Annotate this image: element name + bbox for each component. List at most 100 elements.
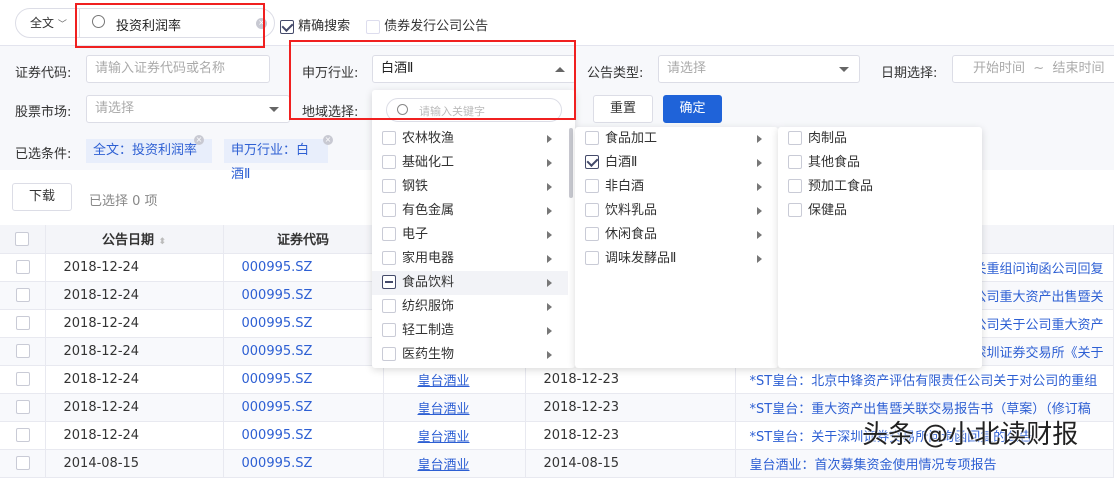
dropdown-level3: 肉制品 其他食品 预加工食品 保健品 xyxy=(778,127,982,368)
date-end[interactable]: 结束时间 xyxy=(1052,61,1104,76)
highlight-box-search xyxy=(75,3,265,48)
exact-search-check[interactable] xyxy=(280,19,294,34)
caret-right-icon xyxy=(547,183,552,191)
dropdown-item[interactable]: 有色金属 xyxy=(372,199,568,223)
dropdown-item[interactable]: 保健品 xyxy=(778,199,982,223)
row-checkbox[interactable] xyxy=(16,428,30,442)
dropdown-item[interactable]: 农林牧渔 xyxy=(372,127,568,151)
caret-right-icon xyxy=(547,207,552,215)
date-start[interactable]: 开始时间 xyxy=(973,61,1025,76)
market-select[interactable]: 请选择 xyxy=(86,95,290,123)
item-checkbox[interactable] xyxy=(585,154,599,169)
row-checkbox[interactable] xyxy=(16,372,30,386)
row-name[interactable]: 皇台酒业 xyxy=(383,393,526,422)
item-label: 有色金属 xyxy=(402,203,455,218)
bond-issuer-check[interactable] xyxy=(366,19,380,34)
row-checkbox[interactable] xyxy=(16,456,30,470)
caret-down-icon xyxy=(269,107,279,112)
dropdown-item[interactable]: 家用电器 xyxy=(372,247,568,271)
caret-right-icon xyxy=(757,207,762,215)
row-checkbox[interactable] xyxy=(16,400,30,414)
dropdown-item[interactable]: 预加工食品 xyxy=(778,175,982,199)
row-checkbox[interactable] xyxy=(16,260,30,274)
row-code[interactable]: 000995.SZ xyxy=(223,253,384,282)
item-checkbox[interactable] xyxy=(585,130,599,145)
row-code[interactable]: 000995.SZ xyxy=(223,281,384,310)
dropdown-item[interactable]: 食品加工 xyxy=(575,127,778,151)
item-label: 钢铁 xyxy=(402,179,429,194)
row-name[interactable]: 皇台酒业 xyxy=(383,449,526,478)
item-checkbox[interactable] xyxy=(585,178,599,193)
item-checkbox[interactable] xyxy=(382,322,396,337)
remove-tag-icon[interactable]: × xyxy=(323,135,333,145)
row-code[interactable]: 000995.SZ xyxy=(223,365,384,394)
exact-search-checkbox[interactable]: 精确搜索 xyxy=(280,15,350,34)
scrollbar[interactable] xyxy=(569,128,573,198)
dropdown-item[interactable]: 钢铁 xyxy=(372,175,568,199)
item-checkbox[interactable] xyxy=(382,178,396,193)
item-checkbox[interactable] xyxy=(382,346,396,361)
code-input[interactable]: 请输入证券代码或名称 xyxy=(86,55,270,83)
item-checkbox[interactable] xyxy=(382,250,396,265)
dropdown-item[interactable]: 食品饮料 xyxy=(372,271,568,295)
row-name[interactable]: 皇台酒业 xyxy=(383,365,526,394)
item-label: 饮料乳品 xyxy=(605,203,658,218)
row-code[interactable]: 000995.SZ xyxy=(223,309,384,338)
dropdown-item[interactable]: 纺织服饰 xyxy=(372,295,568,319)
row-checkbox[interactable] xyxy=(16,288,30,302)
dropdown-item[interactable]: 肉制品 xyxy=(778,127,982,151)
dropdown-item[interactable]: 电子 xyxy=(372,223,568,247)
type-select[interactable]: 请选择 xyxy=(658,55,860,83)
item-checkbox[interactable] xyxy=(788,202,802,217)
item-checkbox[interactable] xyxy=(382,298,396,313)
item-checkbox[interactable] xyxy=(585,202,599,217)
row-code[interactable]: 000995.SZ xyxy=(223,393,384,422)
item-checkbox[interactable] xyxy=(382,130,396,145)
dropdown-item[interactable]: 休闲食品 xyxy=(575,223,778,247)
select-all-checkbox[interactable] xyxy=(15,231,30,246)
row-code[interactable]: 000995.SZ xyxy=(223,449,384,478)
row-checkbox[interactable] xyxy=(16,316,30,330)
caret-right-icon xyxy=(757,231,762,239)
item-checkbox[interactable] xyxy=(382,274,396,289)
row-checkbox[interactable] xyxy=(16,344,30,358)
item-checkbox[interactable] xyxy=(585,226,599,241)
header-date[interactable]: 公告日期 ⬍ xyxy=(45,225,224,254)
dropdown-item[interactable]: 医药生物 xyxy=(372,343,568,367)
row-code[interactable]: 000995.SZ xyxy=(223,421,384,450)
dropdown-item[interactable]: 饮料乳品 xyxy=(575,199,778,223)
date-range-input[interactable]: 开始时间 ~ 结束时间 xyxy=(952,55,1114,83)
item-label: 纺织服饰 xyxy=(402,299,455,314)
highlight-box-industry xyxy=(289,40,576,120)
row-date: 2018-12-24 xyxy=(45,309,224,338)
item-checkbox[interactable] xyxy=(788,130,802,145)
sort-icon[interactable]: ⬍ xyxy=(159,237,167,247)
remove-tag-icon[interactable]: × xyxy=(194,135,204,145)
dropdown-item[interactable]: 其他食品 xyxy=(778,151,982,175)
table-row: 2014-08-15 000995.SZ 皇台酒业 2014-08-15 皇台酒… xyxy=(0,449,1114,478)
dropdown-item[interactable]: 非白酒 xyxy=(575,175,778,199)
download-button[interactable]: 下载 xyxy=(12,183,72,211)
row-title[interactable]: *ST皇台：北京中锋资产评估有限责任公司关于对公司的重组 xyxy=(735,365,1114,394)
item-checkbox[interactable] xyxy=(382,154,396,169)
row-name[interactable]: 皇台酒业 xyxy=(383,421,526,450)
search-scope-select[interactable]: 全文 ﹀ xyxy=(16,9,80,37)
item-checkbox[interactable] xyxy=(382,202,396,217)
row-code[interactable]: 000995.SZ xyxy=(223,337,384,366)
header-code: 证券代码 xyxy=(223,225,384,254)
bond-issuer-checkbox[interactable]: 债券发行公司公告 xyxy=(366,15,488,34)
row-date: 2018-12-24 xyxy=(45,337,224,366)
item-checkbox[interactable] xyxy=(585,250,599,265)
dropdown-item[interactable]: 白酒Ⅱ xyxy=(575,151,778,175)
dropdown-item[interactable]: 调味发酵品Ⅱ xyxy=(575,247,778,271)
row-select-cell xyxy=(0,365,46,394)
caret-right-icon xyxy=(547,279,552,287)
item-label: 电子 xyxy=(402,227,429,242)
item-checkbox[interactable] xyxy=(382,226,396,241)
row-date: 2014-08-15 xyxy=(45,449,224,478)
item-checkbox[interactable] xyxy=(788,178,802,193)
item-checkbox[interactable] xyxy=(788,154,802,169)
row-title[interactable]: 皇台酒业：首次募集资金使用情况专项报告 xyxy=(735,449,1114,478)
dropdown-item[interactable]: 轻工制造 xyxy=(372,319,568,343)
dropdown-item[interactable]: 基础化工 xyxy=(372,151,568,175)
